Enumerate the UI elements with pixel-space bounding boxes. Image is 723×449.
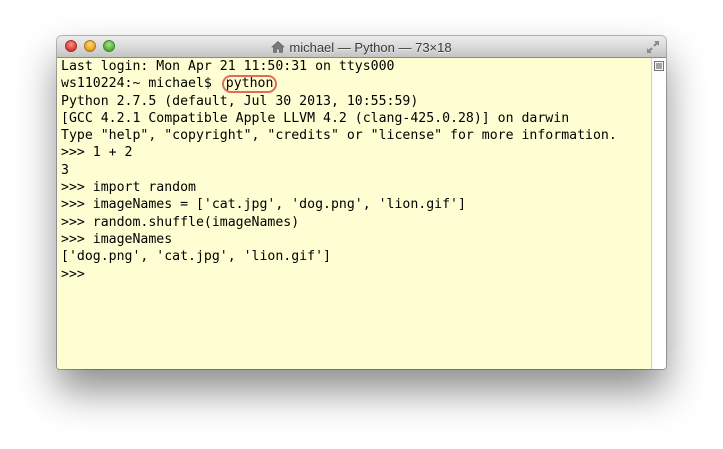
terminal-line-prompt: ws110224:~ michael$ python (61, 75, 617, 94)
terminal-line: Type "help", "copyright", "credits" or "… (61, 128, 617, 144)
close-button[interactable] (65, 40, 77, 52)
terminal-line: ['dog.png', 'cat.jpg', 'lion.gif'] (61, 249, 331, 265)
terminal-output: Last login: Mon Apr 21 11:50:31 on ttys0… (61, 58, 617, 283)
terminal-line: >>> 1 + 2 (61, 145, 133, 161)
terminal-window: michael — Python — 73×18 Last login: Mon… (57, 36, 666, 369)
terminal-line: >>> imageNames = ['cat.jpg', 'dog.png', … (61, 197, 466, 213)
terminal-line: >>> random.shuffle(imageNames) (61, 214, 300, 230)
minimize-button[interactable] (84, 40, 96, 52)
zoom-button[interactable] (103, 40, 115, 52)
terminal-content[interactable]: Last login: Mon Apr 21 11:50:31 on ttys0… (57, 58, 651, 369)
terminal-line: Last login: Mon Apr 21 11:50:31 on ttys0… (61, 59, 395, 74)
shell-prompt: ws110224:~ michael$ (61, 76, 220, 92)
highlighted-command: python (221, 75, 278, 94)
terminal-line: 3 (61, 162, 69, 178)
scrollbar[interactable] (651, 58, 666, 369)
terminal-line: [GCC 4.2.1 Compatible Apple LLVM 4.2 (cl… (61, 110, 570, 126)
terminal-line: Python 2.7.5 (default, Jul 30 2013, 10:5… (61, 93, 419, 109)
terminal-line: >>> import random (61, 180, 196, 196)
scroll-menu-icon[interactable] (654, 61, 664, 71)
terminal-line: >>> imageNames (61, 231, 173, 247)
terminal-line-current-prompt: >>> (61, 266, 93, 282)
title-bar[interactable]: michael — Python — 73×18 (57, 36, 666, 58)
fullscreen-icon[interactable] (646, 40, 660, 54)
home-icon (271, 41, 286, 53)
window-title: michael — Python — 73×18 (289, 39, 452, 55)
